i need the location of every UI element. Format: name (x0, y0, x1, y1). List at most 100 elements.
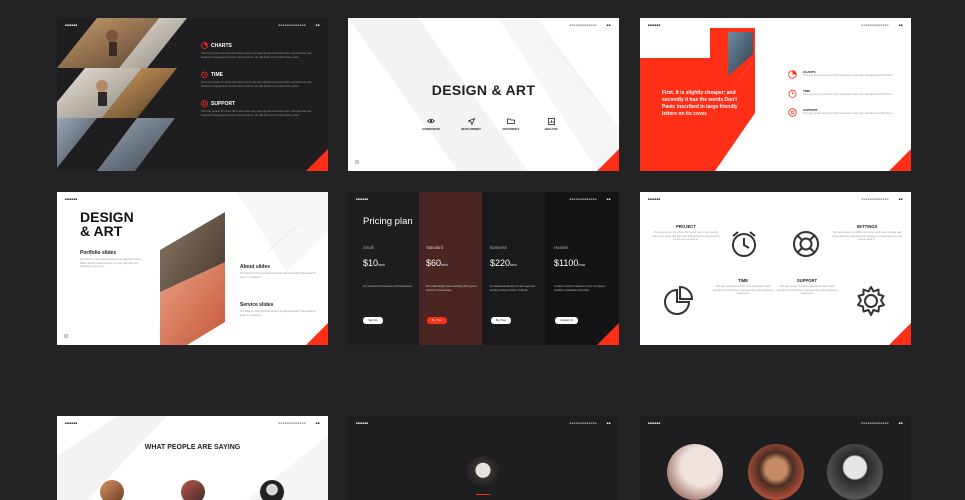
slide-number: ■■ (898, 421, 903, 425)
photo-collage (57, 18, 187, 171)
service-item: DOCUMENTS (496, 118, 526, 131)
slide-topbar: ■■■■■■ ■■■■■■■■■■■■■ ■■ (648, 197, 903, 203)
feature-title: TIME (737, 278, 748, 283)
feature-text: This only person for whom the house was … (803, 112, 893, 115)
corner-accent (597, 323, 619, 345)
plan-name: Hosters (554, 245, 569, 250)
avatar (100, 480, 124, 500)
avatar (748, 444, 804, 500)
plan-price: $220 (490, 258, 511, 268)
slides-grid: ■■■■■■ ■■■■■■■■■■■■■ ■■ CHARTS This only… (0, 0, 965, 500)
slide-url: ■■■■■■■■■■■■■ (569, 197, 597, 201)
slide-profile-dark[interactable]: ■■■■■■ ■■■■■■■■■■■■■ ■■ (348, 416, 619, 500)
corner-accent (889, 149, 911, 171)
plan-column: Hosters $1100/mo A custom solution tailo… (554, 245, 606, 292)
plan-text: For professional designers and freelance… (363, 285, 413, 288)
slide-number: ■■ (606, 197, 611, 201)
clock-icon (201, 71, 208, 79)
slide-topbar: ■■■■■■ ■■■■■■■■■■■■■ ■■ (648, 421, 903, 427)
slide-quote-red[interactable]: ■■■■■■ ■■■■■■■■■■■■■ ■■ First, it is sli… (640, 18, 911, 171)
buy-now-button[interactable]: Buy Now (427, 317, 447, 324)
lifebuoy-icon (201, 100, 208, 108)
chart-icon (201, 42, 208, 49)
plan-price: $1100 (554, 258, 579, 268)
service-item: ANALYSIS (536, 118, 566, 131)
gear-icon (857, 286, 885, 316)
feature-text: The sole person for whom the house was i… (652, 231, 720, 242)
accent-line (476, 494, 490, 495)
service-item: DEVELOPMENT (456, 118, 486, 131)
feature-text: The sole person for whom the house was i… (776, 285, 838, 296)
block-title: Service slides (240, 302, 274, 308)
contact-us-button[interactable]: Contact Us (555, 317, 578, 324)
slide-design-art-portfolio[interactable]: ■■■■■■ ■■■■■■■■■■■■■ ■■ DESIGN & ART Por… (57, 192, 328, 345)
block-text: The Friend of the fact that arrived on H… (240, 272, 317, 279)
page-indicator (355, 160, 359, 164)
slide-number: ■■ (898, 23, 903, 27)
feature-text: This only person for whom the house was … (803, 93, 893, 96)
feature-text: This only person for whom the house was … (201, 110, 312, 117)
slide-topbar: ■■■■■■ ■■■■■■■■■■■■■ ■■ (356, 421, 611, 427)
slide-title: Pricing plan (363, 216, 413, 227)
slide-url: ■■■■■■■■■■■■■ (861, 23, 889, 27)
service-label: DEVELOPMENT (461, 128, 481, 131)
sign-up-button[interactable]: Sign Up (363, 317, 383, 324)
plan-column: Standard $60/mo For small design teams w… (426, 245, 478, 292)
feature-title: SETTINGS (856, 224, 878, 229)
plan-column: Small $10/mo For professional designers … (363, 245, 415, 289)
brand-logo: ■■■■■■ (648, 421, 661, 425)
feature-list: CHARTS This only person for whom the hous… (788, 70, 898, 117)
slide-url: ■■■■■■■■■■■■■ (861, 421, 889, 425)
corner-accent (597, 149, 619, 171)
plan-price: $10 (363, 258, 379, 268)
avatar (466, 456, 500, 490)
plan-column: Business $220/mo An advanced solution fo… (490, 245, 542, 292)
slide-team-dark[interactable]: ■■■■■■ ■■■■■■■■■■■■■ ■■ (640, 416, 911, 500)
avatar (827, 444, 883, 500)
slide-design-art-icons[interactable]: ■■■■■■ ■■■■■■■■■■■■■ ■■ DESIGN & ART SUP… (348, 18, 619, 171)
brand-logo: ■■■■■■ (648, 197, 661, 201)
corner-accent (306, 323, 328, 345)
feature-text: This only person for whom the house was … (803, 74, 893, 77)
eye-icon (427, 118, 435, 124)
plan-text: For small design teams working with a go… (426, 285, 477, 292)
slide-testimonials[interactable]: ■■■■■■ ■■■■■■■■■■■■■ ■■ WHAT PEOPLE ARE … (57, 416, 328, 500)
feature-item: SUPPORT The sole person for whom the hou… (776, 278, 838, 296)
slide-number: ■■ (315, 23, 320, 27)
plan-name: Business (490, 245, 507, 250)
feature-text: The sole person for whom the house was i… (832, 231, 902, 242)
feature-item: TIME The sole person for whom the house … (712, 278, 774, 296)
feature-text: The sole person for whom the house was i… (712, 285, 774, 296)
feature-item: PROJECT The sole person for whom the hou… (652, 224, 720, 242)
plan-unit: /mo (578, 262, 586, 267)
feature-title: SUPPORT (211, 100, 236, 107)
slide-url: ■■■■■■■■■■■■■ (861, 197, 889, 201)
feature-text: This only person for whom the house was … (201, 81, 312, 88)
slide-features-dark[interactable]: ■■■■■■ ■■■■■■■■■■■■■ ■■ CHARTS This only… (57, 18, 328, 171)
lifebuoy-icon (793, 231, 819, 257)
clock-icon (788, 89, 797, 98)
slide-icon-features[interactable]: ■■■■■■ ■■■■■■■■■■■■■ ■■ PROJECT The sole… (640, 192, 911, 345)
page-indicator (64, 334, 68, 338)
folder-icon (507, 118, 515, 124)
buy-now-button[interactable]: Buy Now (491, 317, 511, 324)
slide-number: ■■ (606, 421, 611, 425)
plan-price: $60 (426, 258, 442, 268)
avatar (667, 444, 723, 500)
pie-chart-icon (664, 285, 694, 315)
corner-accent (306, 149, 328, 171)
brand-logo: ■■■■■■ (356, 197, 369, 201)
feature-text: This only person for whom the house was … (201, 52, 312, 59)
service-item: SUPERVISION (416, 118, 446, 131)
plan-unit: /mo (510, 262, 517, 267)
plan-unit: /mo (441, 262, 448, 267)
plan-name: Standard (426, 245, 443, 250)
alarm-clock-icon (732, 231, 756, 257)
avatar (260, 480, 284, 500)
slide-pricing-plan[interactable]: ■■■■■■ ■■■■■■■■■■■■■ ■■ Pricing plan Sma… (348, 192, 619, 345)
chart-icon (788, 70, 797, 79)
feature-item: CHARTS This only person for whom the hou… (201, 42, 317, 59)
feature-title: TIME (211, 71, 223, 78)
avatar (181, 480, 205, 500)
feature-item: CHARTS This only person for whom the hous… (788, 70, 898, 79)
